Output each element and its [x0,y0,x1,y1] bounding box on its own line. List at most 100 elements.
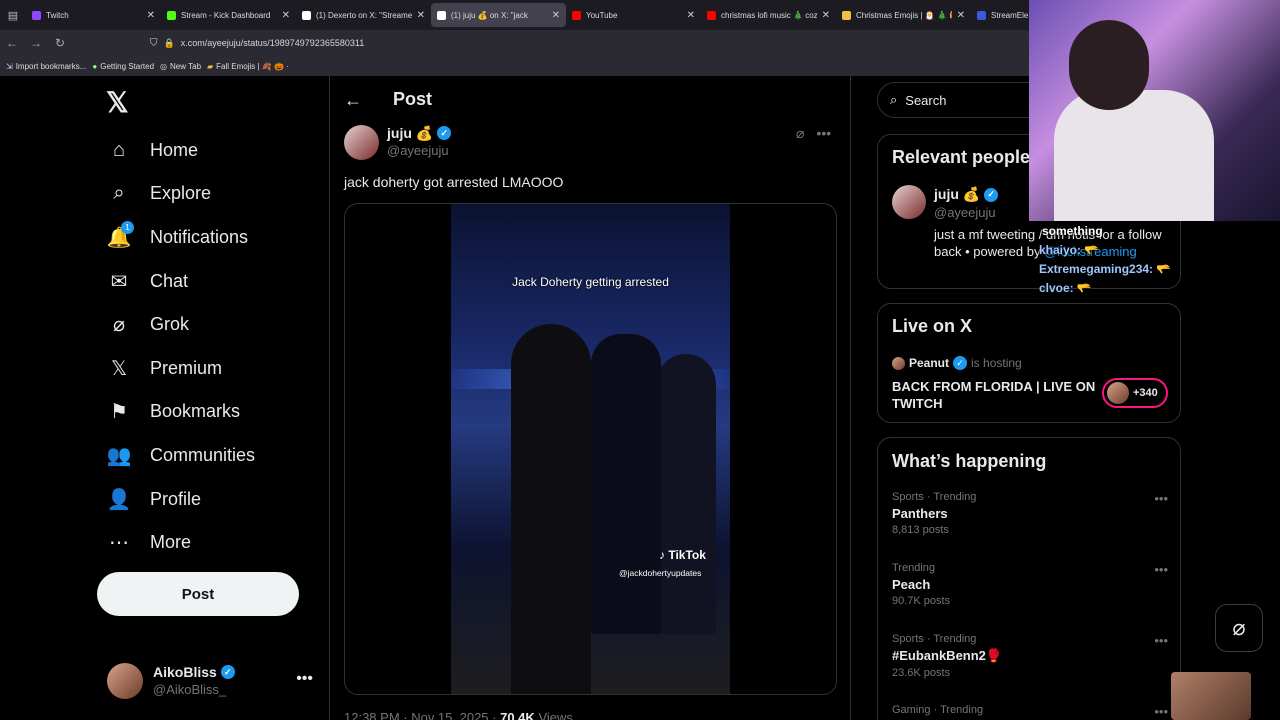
browser-tab[interactable]: Twitch ✕ [26,3,161,27]
browser-tab[interactable]: christmas lofi music 🎄 cozy ✕ [701,3,836,27]
close-icon[interactable]: ✕ [957,10,965,21]
tweet-media[interactable]: Jack Doherty getting arrested ♪ TikTok @… [344,203,837,695]
nav-item-label: Premium [150,357,223,378]
author-handle[interactable]: @ayeejuju [387,142,451,160]
video-figure [511,324,591,694]
video-figure [591,334,661,634]
icon-glyph: ⌀ [112,313,126,336]
live-stream-title[interactable]: BACK FROM FLORIDA | LIVE ON TWITCH [892,378,1102,412]
close-icon[interactable]: ✕ [417,10,425,21]
video-player[interactable]: Jack Doherty getting arrested ♪ TikTok @… [451,204,730,694]
trend-title: Panthers [892,506,948,521]
close-icon[interactable]: ✕ [822,10,830,21]
grok-icon[interactable]: ⌀ [796,125,804,142]
nav-item-label: More [150,531,192,552]
bookmark-import[interactable]: ⇲ Import bookmarks... [6,62,86,71]
url-bar[interactable]: ⛉ 🔒 x.com/ayeejuju/status/19897497923655… [150,33,1020,53]
tab-favicon-icon [977,10,986,20]
reload-icon[interactable]: ↻ [48,36,72,50]
browser-tab[interactable]: (1) juju 💰 on X: "jack ✕ [431,3,566,27]
nav-item-bookmarks[interactable]: ⚑ Bookmarks [106,391,240,431]
person-handle[interactable]: @ayeejuju [934,205,996,220]
tab-title: (1) Dexerto on X: "Streame [316,10,412,20]
tab-list-icon[interactable]: ▤ [0,0,26,30]
account-switcher[interactable]: AikoBliss ✓ @AikoBliss_ ••• [107,662,317,700]
trend-count: 23.6K posts [892,667,951,679]
url-text[interactable]: x.com/ayeejuju/status/198974979236558031… [181,38,364,48]
author-name[interactable]: juju 💰 [387,124,433,142]
more-dots-icon[interactable]: ••• [816,125,831,142]
browser-tab[interactable]: Stream - Kick Dashboard ✕ [161,3,296,27]
back-arrow-icon[interactable]: ← [0,36,24,50]
bookmark-getting-started[interactable]: ● Getting Started [92,62,154,71]
avatar[interactable] [344,124,379,160]
tweet-time[interactable]: 12:38 PM · Nov 15, 2025 · [344,710,496,720]
notification-badge: 1 [121,221,134,234]
card-title: Live on X [892,316,973,336]
tab-title: Stream - Kick Dashboard [181,10,271,20]
verified-badge-icon: ✓ [220,665,235,679]
bookmark-fall-emojis[interactable]: ▰ Fall Emojis | 🍂 🎃 · [207,62,289,71]
tab-title: Christmas Emojis | 🎅 🎄 🎁 [856,10,952,20]
more-dots-icon[interactable]: ••• [1154,562,1168,577]
live-listeners-pill[interactable]: +340 [1102,378,1168,408]
post-button[interactable]: Post [97,572,299,616]
card-title: What’s happening [892,451,1047,471]
nav-item-explore[interactable]: ⌕ Explore [106,173,211,213]
nav-item-home[interactable]: ⌂ Home [106,130,198,170]
icon-glyph: ⌕ [113,181,125,204]
back-arrow-icon[interactable]: ← [344,90,362,111]
browser-tab[interactable]: Christmas Emojis | 🎅 🎄 🎁 ✕ [836,3,971,27]
chat-message: clvoe: 🫳 [1039,279,1279,298]
tweet-author[interactable]: juju 💰 ✓ @ayeejuju [344,124,452,160]
tab-title: (1) juju 💰 on X: "jack [451,10,528,20]
icon-glyph: ⌂ [112,138,126,161]
tab-favicon-icon [437,10,446,20]
nav-item-premium[interactable]: 𝕏 Premium [106,348,222,388]
person-name[interactable]: juju 💰 [934,186,980,203]
nav-item-chat[interactable]: ✉ Chat [106,261,188,301]
avatar[interactable] [892,185,926,219]
trend-count: 90.7K posts [892,595,951,607]
grok-icon[interactable]: ⌀ [1215,604,1263,652]
close-icon[interactable]: ✕ [552,10,560,21]
bell-icon: 🔔 1 [106,221,134,250]
chat-username: khaiyo: [1039,243,1082,257]
bookmark-label: Import bookmarks... [15,61,87,71]
nav-item-grok[interactable]: ⌀ Grok [106,304,189,344]
trend-item[interactable]: Sports · Trending #EubankBenn2🥊 23.6K post… [892,633,1168,679]
nav-item-profile[interactable]: 👤 Profile [106,479,201,519]
browser-tab[interactable]: (1) Dexerto on X: "Streame ✕ [296,3,431,27]
tab-title: YouTube [586,10,618,20]
x-logo-icon[interactable]: 𝕏 [106,86,129,119]
trend-title: #EubankBenn2🥊 [892,648,1003,663]
more-dots-icon[interactable]: ••• [296,670,313,688]
live-host[interactable]: Peanut ✓ is hosting [892,356,1022,370]
trend-meta: Gaming · Trending [892,704,984,716]
host-name: Peanut [909,356,950,370]
close-icon[interactable]: ✕ [687,10,695,21]
forward-arrow-icon[interactable]: → [24,36,48,50]
bookmark-new-tab[interactable]: ◎ New Tab [160,62,201,71]
trend-meta: Sports · Trending [892,633,977,645]
verified-badge-icon: ✓ [984,187,999,202]
nav-item-communities[interactable]: 👥 Communities [106,435,255,475]
close-icon[interactable]: ✕ [282,10,290,21]
chat-message: khaiyo: 🫳 [1039,241,1279,260]
more-dots-icon[interactable]: ••• [1154,491,1168,506]
browser-tab[interactable]: YouTube ✕ [566,3,701,27]
icon-glyph: ⋯ [109,531,129,554]
trend-item[interactable]: Sports · Trending Panthers 8,813 posts ••• [892,491,1168,536]
chat-text: 🫳 [1156,262,1171,276]
nav-item-more[interactable]: ⋯ More [106,522,191,562]
nav-item-notifications[interactable]: 🔔 1 Notifications [106,217,248,257]
x-premium-icon: 𝕏 [106,355,132,381]
mail-icon: ✉ [106,268,132,294]
close-icon[interactable]: ✕ [147,10,155,21]
trend-item[interactable]: Gaming · Trending ••• [892,704,1168,719]
more-dots-icon[interactable]: ••• [1154,704,1168,719]
trend-item[interactable]: Trending Peach 90.7K posts ••• [892,562,1168,607]
tweet-timestamp: 12:38 PM · Nov 15, 2025 · 70.4K Views [344,710,573,720]
more-dots-icon[interactable]: ••• [1154,633,1168,648]
nav-item-label: Communities [150,444,256,465]
